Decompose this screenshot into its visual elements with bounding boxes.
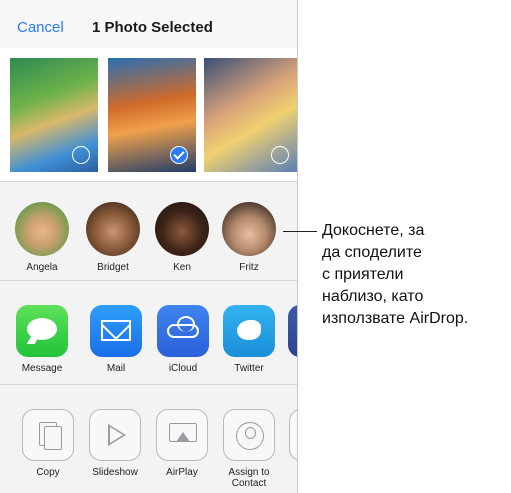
airdrop-person-ken[interactable]: Ken (152, 202, 212, 273)
icloud-icon (157, 305, 209, 357)
app-icon (288, 305, 297, 357)
copy-icon (22, 409, 74, 461)
actions-row: Copy Slideshow AirPlay Assign to Contact (0, 385, 297, 493)
mail-icon (90, 305, 142, 357)
twitter-icon (223, 305, 275, 357)
callout-leader-line (283, 231, 317, 232)
app-label: Twitter (234, 363, 264, 374)
callout-line: наблизо, като (322, 288, 424, 305)
airdrop-person-angela[interactable]: Angela (12, 202, 72, 273)
checkmark-icon[interactable] (170, 146, 188, 164)
cancel-button[interactable]: Cancel (17, 19, 64, 36)
share-app-partial[interactable] (280, 305, 297, 357)
person-name: Angela (26, 262, 58, 273)
action-partial[interactable] (281, 409, 297, 461)
action-label: Assign to Contact (214, 467, 284, 489)
message-icon (16, 305, 68, 357)
app-label: Mail (106, 363, 126, 374)
share-sheet-header: Cancel 1 Photo Selected (0, 0, 297, 49)
contact-icon (223, 409, 275, 461)
callout-line: използвате AirDrop. (322, 310, 469, 327)
page-title: 1 Photo Selected (92, 19, 213, 36)
callout-line: с приятели (322, 266, 404, 283)
callout-line: да споделите (322, 244, 422, 261)
action-label-line: Contact (231, 478, 267, 489)
airplay-icon (156, 409, 208, 461)
avatar (86, 202, 140, 256)
share-apps-row: Message Mail iCloud Twitter (0, 281, 297, 385)
person-name: Bridget (97, 262, 129, 273)
avatar (15, 202, 69, 256)
selection-circle-icon[interactable] (72, 146, 90, 164)
action-label: Copy (36, 467, 60, 478)
callout-text: Докоснете, за да споделите с приятели на… (322, 220, 507, 330)
airdrop-people-row: Angela Bridget Ken Fritz (0, 182, 297, 281)
share-app-icloud[interactable]: iCloud (148, 305, 218, 374)
share-app-twitter[interactable]: Twitter (214, 305, 284, 374)
action-label: AirPlay (166, 467, 198, 478)
action-slideshow[interactable]: Slideshow (80, 409, 150, 478)
slideshow-icon (89, 409, 141, 461)
action-assign-to-contact[interactable]: Assign to Contact (214, 409, 284, 489)
action-airplay[interactable]: AirPlay (147, 409, 217, 478)
avatar (155, 202, 209, 256)
share-app-message[interactable]: Message (7, 305, 77, 374)
photo-thumbnail-1[interactable] (10, 58, 98, 172)
avatar (222, 202, 276, 256)
action-icon (289, 409, 297, 461)
action-label: Slideshow (92, 467, 138, 478)
person-name: Fritz (239, 262, 259, 273)
person-name: Ken (173, 262, 191, 273)
app-label: iCloud (168, 363, 198, 374)
callout-line: Докоснете, за (322, 222, 425, 239)
photo-thumbnail-2[interactable] (108, 58, 196, 172)
airdrop-person-bridget[interactable]: Bridget (83, 202, 143, 273)
action-label-line: Assign to (228, 467, 270, 478)
photo-strip[interactable] (0, 48, 297, 182)
share-app-mail[interactable]: Mail (81, 305, 151, 374)
app-label: Message (21, 363, 63, 374)
airdrop-person-fritz[interactable]: Fritz (219, 202, 279, 273)
share-sheet: Cancel 1 Photo Selected Angela Bridget K… (0, 0, 298, 493)
photo-thumbnail-3[interactable] (204, 58, 297, 172)
selection-circle-icon[interactable] (271, 146, 289, 164)
action-copy[interactable]: Copy (13, 409, 83, 478)
